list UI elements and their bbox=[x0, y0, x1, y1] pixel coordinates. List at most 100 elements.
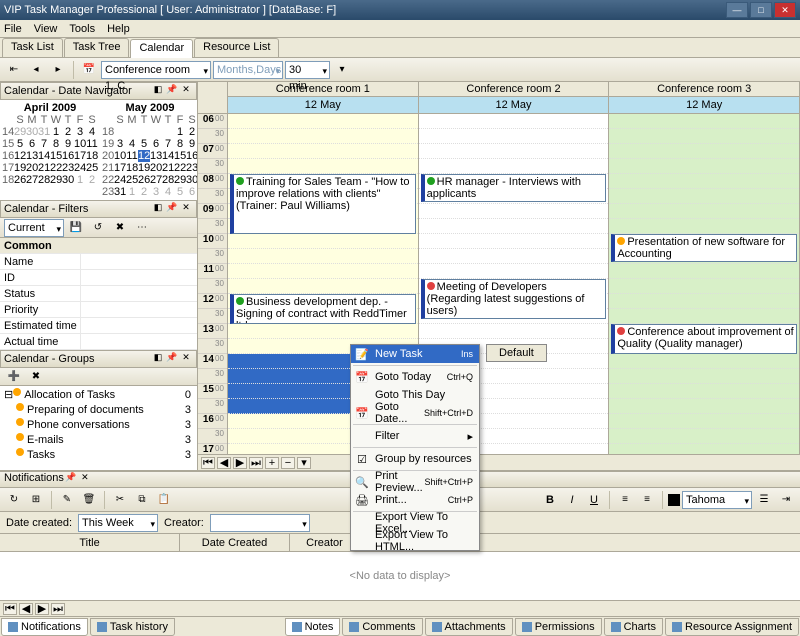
italic-icon[interactable]: I bbox=[562, 490, 582, 510]
ctx-groupby[interactable]: ☑Group by resources bbox=[351, 450, 479, 468]
nav-next-icon[interactable]: ▶ bbox=[233, 457, 247, 469]
list-icon[interactable]: ☰ bbox=[754, 490, 774, 510]
close-button[interactable]: ✕ bbox=[774, 2, 796, 18]
filter-preset-combo[interactable]: Current bbox=[4, 219, 64, 237]
appointment[interactable]: Meeting of Developers (Regarding latest … bbox=[421, 279, 607, 319]
datecreated-combo[interactable]: This Week bbox=[78, 514, 158, 532]
delete-icon[interactable]: 🗑 bbox=[79, 490, 99, 510]
appointment[interactable]: HR manager - Interviews with applicants bbox=[421, 174, 607, 202]
pin-icon[interactable]: 📌 bbox=[165, 202, 179, 216]
group-del-icon[interactable]: ✖ bbox=[26, 367, 46, 387]
refresh-icon[interactable]: ↻ bbox=[4, 490, 24, 510]
tab-tasktree[interactable]: Task Tree bbox=[64, 38, 130, 57]
filter-priority[interactable]: Priority bbox=[0, 304, 80, 316]
nav-prev-button[interactable]: ◂ bbox=[26, 60, 46, 80]
filter-reset-icon[interactable]: ↺ bbox=[88, 218, 108, 238]
tree-root[interactable]: ⊟ Allocation of Tasks0 bbox=[2, 388, 195, 403]
tab-tasklist[interactable]: Task List bbox=[2, 38, 63, 57]
filter-save-icon[interactable]: 💾 bbox=[66, 218, 86, 238]
filter-acttime[interactable]: Actual time bbox=[0, 336, 80, 348]
left-icon[interactable]: ◧ bbox=[151, 202, 165, 216]
tab-resourcelist[interactable]: Resource List bbox=[194, 38, 279, 57]
more-icon[interactable]: ▾ bbox=[297, 457, 311, 469]
filter-name[interactable]: Name bbox=[0, 256, 80, 268]
default-button[interactable]: Default bbox=[486, 344, 547, 362]
group-add-icon[interactable]: ➕ bbox=[4, 367, 24, 387]
ctx-export-html[interactable]: Export View To HTML... bbox=[351, 532, 479, 550]
col-title[interactable]: Title bbox=[0, 534, 180, 551]
interval-combo[interactable]: 30 min bbox=[285, 61, 330, 79]
room-combo[interactable]: Conference room 1, C bbox=[101, 61, 211, 79]
nav-first-icon[interactable]: ⏮ bbox=[201, 457, 215, 469]
filter-status[interactable]: Status bbox=[0, 288, 80, 300]
btab-resource[interactable]: Resource Assignment bbox=[665, 618, 799, 636]
btab-taskhistory[interactable]: Task history bbox=[90, 618, 175, 636]
ctx-gotodate[interactable]: 📅Goto Date...Shift+Ctrl+D bbox=[351, 404, 479, 422]
edit-icon[interactable]: ✎ bbox=[57, 490, 77, 510]
maximize-button[interactable]: □ bbox=[750, 2, 772, 18]
pin-icon[interactable]: 📌 bbox=[165, 352, 179, 366]
filter-delete-icon[interactable]: ✖ bbox=[110, 218, 130, 238]
scale-combo[interactable]: Months,Days bbox=[213, 61, 283, 79]
pin-icon[interactable]: 📌 bbox=[165, 84, 179, 98]
btab-notifications[interactable]: Notifications bbox=[1, 618, 88, 636]
ctx-newtask[interactable]: 📝New TaskIns bbox=[351, 345, 479, 363]
nav-first-button[interactable]: ⇤ bbox=[4, 60, 24, 80]
color-swatch[interactable] bbox=[668, 494, 680, 506]
left-icon[interactable]: ◧ bbox=[151, 84, 165, 98]
remove-icon[interactable]: − bbox=[281, 457, 295, 469]
menu-view[interactable]: View bbox=[34, 20, 58, 37]
indent-icon[interactable]: ⇥ bbox=[776, 490, 796, 510]
ctx-filter[interactable]: Filter bbox=[351, 427, 479, 445]
btab-attachments[interactable]: Attachments bbox=[425, 618, 513, 636]
appointment[interactable]: Presentation of new software for Account… bbox=[611, 234, 797, 262]
nav-prev-icon[interactable]: ◀ bbox=[217, 457, 231, 469]
minimize-button[interactable]: — bbox=[726, 2, 748, 18]
panel-close-icon[interactable]: ✕ bbox=[179, 84, 193, 98]
expand-icon[interactable]: ⊞ bbox=[26, 490, 46, 510]
date-navigator[interactable]: April 2009 SMTWTFS 142930311234 15567891… bbox=[0, 100, 197, 200]
left-icon[interactable]: ◧ bbox=[151, 352, 165, 366]
appointment[interactable]: Training for Sales Team - "How to improv… bbox=[230, 174, 416, 234]
appointment[interactable]: Conference about improvement of Quality … bbox=[611, 324, 797, 354]
panel-close-icon[interactable]: ✕ bbox=[179, 352, 193, 366]
tree-item[interactable]: Tasks3 bbox=[2, 448, 195, 463]
bold-icon[interactable]: B bbox=[540, 490, 560, 510]
ctx-printpreview[interactable]: 🔍Print Preview...Shift+Ctrl+P bbox=[351, 473, 479, 491]
add-icon[interactable]: + bbox=[265, 457, 279, 469]
panel-close-icon[interactable]: ✕ bbox=[179, 202, 193, 216]
btab-comments[interactable]: Comments bbox=[342, 618, 422, 636]
ctx-print[interactable]: 🖨Print...Ctrl+P bbox=[351, 491, 479, 509]
tab-calendar[interactable]: Calendar bbox=[130, 39, 193, 58]
nav-next-button[interactable]: ▸ bbox=[48, 60, 68, 80]
menu-tools[interactable]: Tools bbox=[69, 20, 95, 37]
calendar-icon[interactable]: 📅 bbox=[79, 60, 99, 80]
filter-more-icon[interactable]: ⋯ bbox=[132, 218, 152, 238]
filter-esttime[interactable]: Estimated time bbox=[0, 320, 80, 332]
nav-last-icon[interactable]: ⏭ bbox=[249, 457, 263, 469]
dropdown-icon[interactable]: ▾ bbox=[332, 60, 352, 80]
cut-icon[interactable]: ✂ bbox=[110, 490, 130, 510]
copy-icon[interactable]: ⧉ bbox=[132, 490, 152, 510]
ctx-gototoday[interactable]: 📅Goto TodayCtrl+Q bbox=[351, 368, 479, 386]
paste-icon[interactable]: 📋 bbox=[154, 490, 174, 510]
tree-item[interactable]: E-mails3 bbox=[2, 433, 195, 448]
btab-charts[interactable]: Charts bbox=[604, 618, 663, 636]
tree-item[interactable]: Preparing of documents3 bbox=[2, 403, 195, 418]
menu-file[interactable]: File bbox=[4, 20, 22, 37]
appointment[interactable]: Business development dep. - Signing of c… bbox=[230, 294, 416, 324]
creator-combo[interactable] bbox=[210, 514, 310, 532]
filter-id[interactable]: ID bbox=[0, 272, 80, 284]
pin-icon[interactable]: 📌 bbox=[64, 472, 78, 486]
align-left-icon[interactable]: ≡ bbox=[615, 490, 635, 510]
menu-help[interactable]: Help bbox=[107, 20, 130, 37]
font-combo[interactable]: Tahoma bbox=[682, 491, 752, 509]
col-datecreated[interactable]: Date Created bbox=[180, 534, 290, 551]
room3-column[interactable]: Presentation of new software for Account… bbox=[609, 114, 800, 454]
tree-item[interactable]: Phone conversations3 bbox=[2, 418, 195, 433]
underline-icon[interactable]: U bbox=[584, 490, 604, 510]
align-center-icon[interactable]: ≡ bbox=[637, 490, 657, 510]
panel-close-icon[interactable]: ✕ bbox=[78, 472, 92, 486]
btab-permissions[interactable]: Permissions bbox=[515, 618, 602, 636]
btab-notes[interactable]: Notes bbox=[285, 618, 341, 636]
